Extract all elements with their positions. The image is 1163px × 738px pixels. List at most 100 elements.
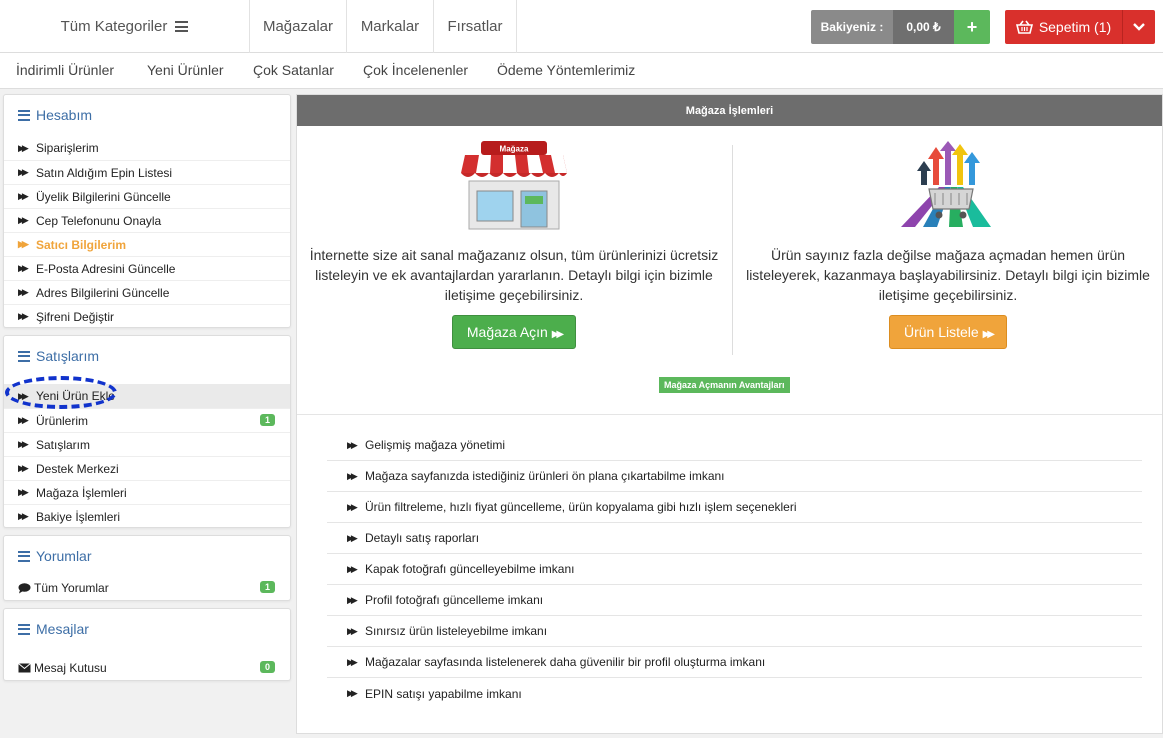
account-title: Hesabım	[18, 107, 92, 123]
forward-icon: ▶▶	[18, 287, 29, 297]
cart-label: Sepetim (1)	[1038, 19, 1112, 35]
messages-panel: Mesajlar Mesaj Kutusu 0	[3, 608, 291, 681]
list-product-column: Ürün sayınız fazla değilse mağaza açmada…	[731, 141, 1163, 349]
sidebar-item-my-products[interactable]: ▶▶ Ürünlerim 1	[4, 408, 290, 432]
forward-icon: ▶▶	[347, 625, 358, 636]
sidebar-item-balance-ops[interactable]: ▶▶ Bakiye İşlemleri	[4, 504, 290, 528]
nav-deals[interactable]: Fırsatlar	[434, 0, 517, 53]
forward-icon: ▶▶	[347, 532, 358, 543]
advantage-item: ▶▶ Detaylı satış raporları	[327, 523, 1142, 554]
forward-icon: ▶▶	[18, 142, 29, 153]
advantage-item: ▶▶ Mağazalar sayfasında listelenerek daha…	[327, 647, 1142, 678]
open-store-column: Mağaza İnternette size ait sanal mağazan…	[297, 141, 731, 349]
subnav-discounted[interactable]: İndirimli Ürünler	[16, 62, 114, 78]
count-badge: 1	[259, 581, 275, 593]
comment-icon	[18, 582, 31, 593]
advantage-item: ▶▶ Sınırsız ürün listeleyebilme imkanı	[327, 616, 1142, 647]
forward-icon: ▶▶	[18, 463, 29, 473]
forward-icon: ▶▶	[18, 439, 29, 449]
advantage-item: ▶▶ Gelişmiş mağaza yönetimi	[327, 430, 1142, 461]
cart-widget: Sepetim (1)	[1005, 10, 1155, 44]
advantage-item: ▶▶ Profil fotoğrafı güncelleme imkanı	[327, 585, 1142, 616]
sidebar-item-epin-list[interactable]: ▶▶ Satın Aldığım Epin Listesi	[4, 160, 290, 184]
balance-value: 0,00 ₺	[893, 10, 954, 44]
forward-icon: ▶▶	[18, 191, 29, 201]
count-badge: 1	[259, 414, 275, 426]
forward-icon: ▶▶	[347, 439, 358, 450]
sidebar-item-all-reviews[interactable]: Tüm Yorumlar 1	[4, 576, 290, 600]
forward-icon: ▶▶	[347, 501, 358, 512]
panel-title: Mağaza İşlemleri	[297, 95, 1162, 126]
advantage-item: ▶▶ Ürün filtreleme, hızlı fiyat güncellem…	[327, 492, 1142, 523]
subnav-most-viewed[interactable]: Çok İncelenenler	[363, 62, 468, 78]
secondary-nav: İndirimli Ürünler Yeni Ürünler Çok Satan…	[0, 53, 1163, 89]
balance-label: Bakiyeniz :	[811, 10, 893, 44]
menu-icon	[175, 21, 189, 32]
open-store-description: İnternette size ait sanal mağazanız olsu…	[309, 247, 719, 303]
forward-icon: ▶▶	[347, 688, 358, 698]
sidebar-item-support[interactable]: ▶▶ Destek Merkezi	[4, 456, 290, 480]
list-icon	[18, 350, 31, 362]
subnav-payment-methods[interactable]: Ödeme Yöntemlerimiz	[497, 62, 635, 78]
sidebar-item-inbox[interactable]: Mesaj Kutusu 0	[4, 656, 290, 680]
nav-stores[interactable]: Mağazalar	[250, 0, 347, 53]
forward-icon: ▶▶	[18, 215, 29, 225]
sidebar-item-orders[interactable]: ▶▶ Siparişlerim	[4, 136, 290, 160]
sidebar-item-my-sales[interactable]: ▶▶ Satışlarım	[4, 432, 290, 456]
advantages-divider	[297, 414, 1162, 415]
sidebar-item-seller-info[interactable]: ▶▶ Satıcı Bilgilerim	[4, 232, 290, 256]
store-icon: Mağaza	[461, 141, 567, 230]
sales-panel: Satışlarım ▶▶ Yeni Ürün Ekle ▶▶ Ürünlerim 1…	[3, 335, 291, 528]
cart-dropdown-button[interactable]	[1123, 10, 1155, 44]
sales-title: Satışlarım	[18, 348, 99, 364]
envelope-icon	[18, 663, 31, 673]
cart-button[interactable]: Sepetim (1)	[1005, 10, 1123, 44]
forward-icon: ▶▶	[18, 263, 29, 273]
categories-label: Tüm Kategoriler	[60, 18, 168, 35]
forward-icon: ▶▶	[18, 311, 29, 321]
all-categories-button[interactable]: Tüm Kategoriler	[0, 0, 250, 53]
top-bar: Tüm Kategoriler Mağazalar Markalar Fırsa…	[0, 0, 1163, 53]
balance-widget: Bakiyeniz : 0,00 ₺ +	[811, 10, 990, 44]
sidebar-item-store-ops[interactable]: ▶▶ Mağaza İşlemleri	[4, 480, 290, 504]
sidebar-item-update-email[interactable]: ▶▶ E-Posta Adresini Güncelle	[4, 256, 290, 280]
forward-icon: ▶▶	[347, 563, 358, 574]
sidebar-item-add-product[interactable]: ▶▶ Yeni Ürün Ekle	[4, 384, 290, 408]
forward-icon: ▶▶	[347, 594, 358, 605]
store-sign-text: Mağaza	[500, 145, 529, 154]
forward-icon: ▶▶	[347, 656, 358, 667]
store-operations-panel: Mağaza İşlemleri Mağaza İnternette size …	[296, 94, 1163, 734]
subnav-new-products[interactable]: Yeni Ürünler	[147, 62, 224, 78]
count-badge: 0	[259, 661, 275, 673]
forward-icon: ▶▶	[982, 329, 996, 340]
list-icon	[18, 623, 31, 635]
forward-icon: ▶▶	[18, 167, 29, 177]
sidebar-item-change-password[interactable]: ▶▶ Şifreni Değiştir	[4, 304, 290, 328]
add-balance-button[interactable]: +	[954, 10, 990, 44]
list-icon	[18, 550, 31, 562]
forward-icon: ▶▶	[18, 487, 29, 497]
nav-brands[interactable]: Markalar	[347, 0, 434, 53]
forward-icon: ▶▶	[18, 511, 29, 521]
chevron-down-icon	[1133, 23, 1145, 31]
advantages-label: Mağaza Açmanın Avantajları	[659, 377, 790, 393]
messages-title: Mesajlar	[18, 621, 89, 637]
open-store-button[interactable]: Mağaza Açın ▶▶	[451, 315, 577, 349]
sidebar-item-verify-phone[interactable]: ▶▶ Cep Telefonunu Onayla	[4, 208, 290, 232]
account-panel: Hesabım ▶▶ Siparişlerim ▶▶ Satın Aldığım E…	[3, 94, 291, 328]
reviews-title: Yorumlar	[18, 548, 92, 564]
sidebar-item-update-profile[interactable]: ▶▶ Üyelik Bilgilerini Güncelle	[4, 184, 290, 208]
forward-icon: ▶▶	[347, 470, 358, 481]
shopping-arrows-icon	[901, 141, 991, 227]
basket-icon	[1015, 20, 1033, 34]
sidebar-item-update-address[interactable]: ▶▶ Adres Bilgilerini Güncelle	[4, 280, 290, 304]
advantage-item: ▶▶ Mağaza sayfanızda istediğiniz ürünleri…	[327, 461, 1142, 492]
list-product-description: Ürün sayınız fazla değilse mağaza açmada…	[746, 247, 1150, 303]
subnav-best-sellers[interactable]: Çok Satanlar	[253, 62, 334, 78]
forward-icon: ▶▶	[18, 415, 29, 425]
forward-icon: ▶▶	[18, 239, 29, 249]
list-product-button[interactable]: Ürün Listele ▶▶	[889, 315, 1007, 349]
advantage-item: ▶▶ Kapak fotoğrafı güncelleyebilme imkanı	[327, 554, 1142, 585]
list-icon	[18, 109, 31, 121]
forward-icon: ▶▶	[551, 329, 565, 340]
